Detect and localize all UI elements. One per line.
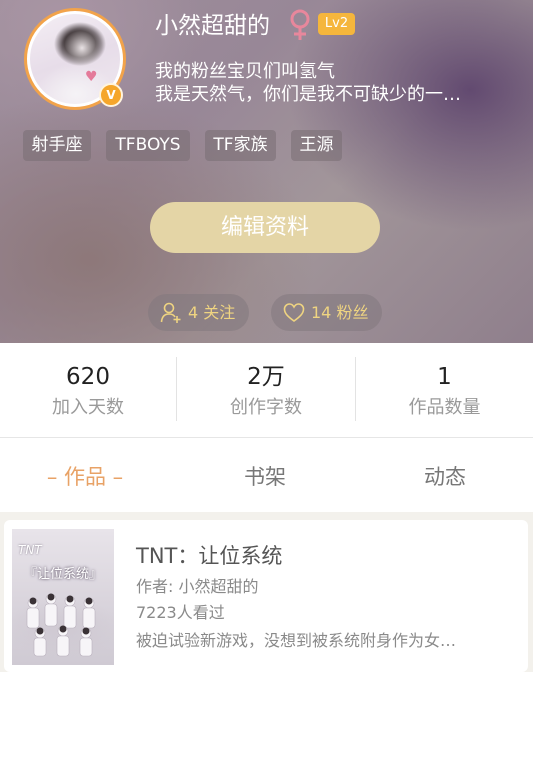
tag-item[interactable]: TFBOYS	[106, 130, 190, 161]
tag-item[interactable]: 射手座	[23, 130, 91, 161]
heart-outline-icon	[283, 303, 305, 322]
work-card[interactable]: TNT 『让位系统』 TNT：让位系统 作者: 小然超甜的 7223人看过 被迫…	[4, 520, 528, 672]
nickname: 小然超甜的	[155, 13, 270, 39]
female-symbol-icon	[290, 9, 310, 40]
stat-value: 2万	[247, 364, 285, 390]
user-add-icon	[160, 302, 181, 323]
bio-line-2: 我是天然气，你们是我不可缺少的一…	[155, 84, 461, 105]
stats-bar: 620 加入天数 2万 创作字数 1 作品数量	[0, 343, 533, 438]
stat-word-count: 2万 创作字数	[177, 343, 355, 438]
level-badge: Lv2	[318, 13, 355, 35]
bio-line-1: 我的粉丝宝贝们叫氢气	[155, 61, 335, 82]
stat-works-count: 1 作品数量	[356, 343, 533, 438]
book-cover: TNT 『让位系统』	[12, 529, 114, 665]
cover-title: 『让位系统』	[23, 567, 102, 582]
work-views: 7223人看过	[136, 603, 225, 622]
edit-profile-button[interactable]: 编辑资料	[150, 202, 380, 253]
stat-value: 620	[66, 364, 110, 390]
work-summary: 被迫试验新游戏，没想到被系统附身作为女…	[136, 631, 457, 650]
tab-bookshelf[interactable]: 书架	[205, 463, 325, 491]
bio: 我的粉丝宝贝们叫氢气 我是天然气，你们是我不可缺少的一…	[155, 60, 515, 106]
tag-item[interactable]: 王源	[291, 130, 342, 161]
heart-icon: ♥	[85, 69, 98, 85]
stat-label: 加入天数	[52, 397, 124, 418]
cover-logo: TNT	[18, 543, 42, 557]
tab-activity[interactable]: 动态	[385, 463, 505, 491]
tab-bar: – 作品 – 书架 动态	[0, 439, 533, 514]
following-button[interactable]: 4 关注	[148, 294, 249, 331]
following-label: 4 关注	[188, 303, 236, 322]
stat-label: 创作字数	[230, 397, 302, 418]
verified-badge-icon: V	[99, 83, 123, 107]
cover-figures-illustration	[26, 593, 96, 657]
profile-header: ♥ V 小然超甜的 Lv2 我的粉丝宝贝们叫氢气 我是天然气，你们是我不可缺少的…	[0, 0, 533, 343]
stat-join-days: 620 加入天数	[0, 343, 176, 438]
stat-label: 作品数量	[408, 397, 481, 418]
followers-label: 14 粉丝	[311, 303, 369, 322]
stat-value: 1	[437, 364, 452, 390]
followers-button[interactable]: 14 粉丝	[271, 294, 382, 331]
work-title: TNT：让位系统	[136, 544, 283, 568]
tab-works[interactable]: – 作品 –	[20, 463, 150, 491]
work-author: 作者: 小然超甜的	[136, 577, 259, 596]
tag-item[interactable]: TF家族	[205, 130, 276, 161]
